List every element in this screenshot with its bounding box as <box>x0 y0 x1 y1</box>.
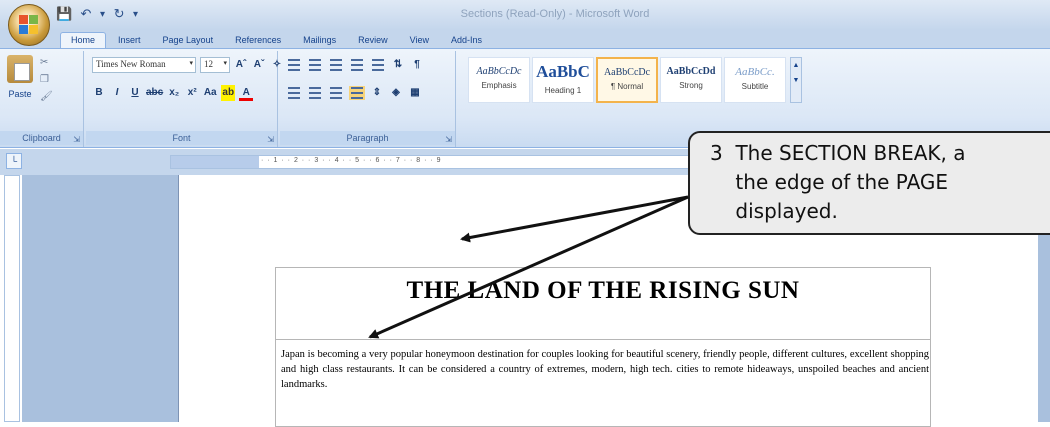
arrow-to-page-edge <box>460 195 689 243</box>
callout-arrows <box>368 195 689 339</box>
arrow-to-section-break <box>368 195 689 339</box>
